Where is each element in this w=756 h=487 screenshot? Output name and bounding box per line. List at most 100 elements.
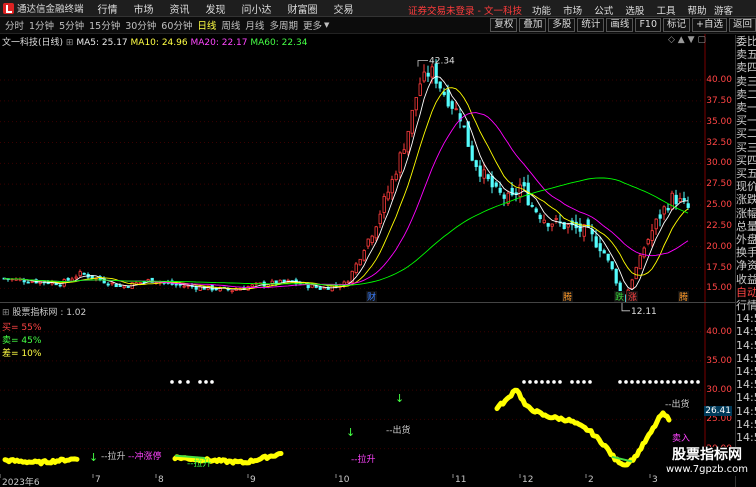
candle-body (426, 72, 430, 77)
quote-row: 涨幅 (736, 206, 756, 220)
ma5-value: 25.17 (101, 38, 128, 48)
chart-stock-name: 文一科技(日线) (2, 38, 64, 48)
quote-row: 委比 (736, 35, 756, 48)
date-tick: 8 (158, 475, 164, 485)
legend-sell-value: 45% (21, 336, 42, 346)
indicator-tick: 35.00 (706, 355, 732, 366)
candle-body (542, 219, 546, 224)
candle-body (442, 91, 446, 96)
candle-body (674, 194, 678, 205)
quote-row[interactable]: 14:50 (736, 405, 756, 418)
indicator-line-3 (494, 387, 672, 468)
candle-body (494, 182, 498, 187)
header-toggle-icon[interactable]: ⊞ (66, 38, 74, 48)
candle-body (390, 179, 394, 194)
signal-dot (678, 380, 682, 384)
quote-row[interactable]: 行情 (736, 299, 756, 312)
candle-body (666, 207, 670, 211)
date-tick: 7 (95, 475, 101, 485)
quote-row[interactable]: 14:50 (736, 391, 756, 404)
candle-body (106, 283, 110, 286)
candle-body (210, 284, 214, 291)
candle-body (122, 285, 126, 289)
candle-body (414, 97, 418, 111)
candle-body (522, 182, 526, 187)
candle-body (530, 205, 534, 207)
candle-body (382, 196, 386, 213)
signal-dot (660, 380, 664, 384)
candle-body (78, 271, 82, 277)
quote-row: 外盘 (736, 233, 756, 247)
candle-body (646, 239, 650, 245)
candle-body (470, 145, 474, 161)
ma5-label: MA5: (76, 38, 100, 48)
candle-body (606, 253, 610, 261)
pane-separator[interactable] (0, 302, 735, 303)
quote-row: 现价 (736, 180, 756, 194)
signal-dot (522, 380, 526, 384)
kline-header: 文一科技(日线) ⊞ MA5: 25.17 MA10: 24.96 MA20: … (2, 35, 307, 48)
candle-body (658, 214, 662, 219)
candle-body (410, 109, 414, 134)
candle-body (678, 198, 682, 202)
candle-body (686, 203, 690, 208)
quote-row[interactable]: 14:50 (736, 365, 756, 378)
candle-body (662, 206, 666, 215)
candlestick-series (2, 59, 690, 303)
signal-dot (534, 380, 538, 384)
candle-body (642, 247, 646, 258)
watermark-title: 股票指标网 (672, 447, 742, 463)
quote-panel: 委比 卖五 卖四 卖三 卖二 卖一 买一 买二 买三 买四 买五 现价 涨跌 涨幅 总量 外盘 换手 净资 收益 自动… (735, 35, 756, 487)
candle-body (282, 279, 286, 283)
candle-body (566, 224, 570, 228)
candle-body (22, 280, 26, 283)
quote-row[interactable]: 14:50 (736, 352, 756, 365)
quote-row[interactable]: 14:50 (736, 378, 756, 391)
indicator-signal-label: --出货 (665, 398, 690, 410)
indicator-header: ⊞ 股票指标网 : 1.02 (2, 305, 86, 318)
signal-dot (570, 380, 574, 384)
chart-canvas[interactable]: 42.3412.11财腾跌涨腾 ↓↓↓--拉升 --冲涨停--出货--拉升--拉升… (0, 0, 735, 487)
indicator-tick: 30.00 (706, 385, 732, 396)
quote-row[interactable]: 自动 (736, 286, 756, 299)
signal-dot (630, 380, 634, 384)
signal-dot (540, 380, 544, 384)
candle-body (434, 63, 438, 84)
quote-row[interactable]: 14:50 (736, 418, 756, 431)
candle-body (602, 250, 606, 254)
indicator-toggle-icon[interactable]: ⊞ (2, 308, 10, 318)
candle-body (126, 286, 130, 288)
ma10-label: MA10: (130, 38, 159, 48)
low-value-label: 12.11 (631, 307, 657, 317)
candle-body (518, 184, 522, 198)
quote-row[interactable]: 14:50 (736, 431, 756, 444)
ma5-line (3, 76, 689, 291)
signal-dot (642, 380, 646, 384)
date-tick: 9 (250, 475, 256, 485)
candle-body (318, 286, 322, 290)
candle-body (438, 81, 442, 89)
date-tick: 10 (338, 475, 350, 485)
candle-body (110, 282, 114, 285)
signal-dot (178, 380, 182, 384)
signal-dot (654, 380, 658, 384)
ma10-line (3, 87, 689, 290)
indicator-signal-label: --出货 (386, 424, 411, 436)
signal-dot (618, 380, 622, 384)
signal-dot (552, 380, 556, 384)
quote-row[interactable]: 14:50 (736, 339, 756, 352)
quote-row[interactable]: 14:50 (736, 312, 756, 325)
ma10-value: 24.96 (161, 38, 188, 48)
quote-row[interactable]: 14:50 (736, 325, 756, 338)
indicator-signal-label: --冲涨停 (128, 450, 162, 462)
quote-row: 卖三 (736, 74, 756, 88)
chart-control-icons[interactable]: ◇ ▲ ▼ ▢ (668, 35, 706, 45)
candle-body (462, 125, 466, 128)
candle-body (58, 284, 62, 287)
low-marker (621, 301, 630, 312)
candle-body (634, 266, 638, 280)
candle-body (346, 281, 350, 284)
candle-body (354, 263, 358, 273)
quote-row: 卖五 (736, 48, 756, 62)
date-tick: 2 (588, 475, 594, 485)
